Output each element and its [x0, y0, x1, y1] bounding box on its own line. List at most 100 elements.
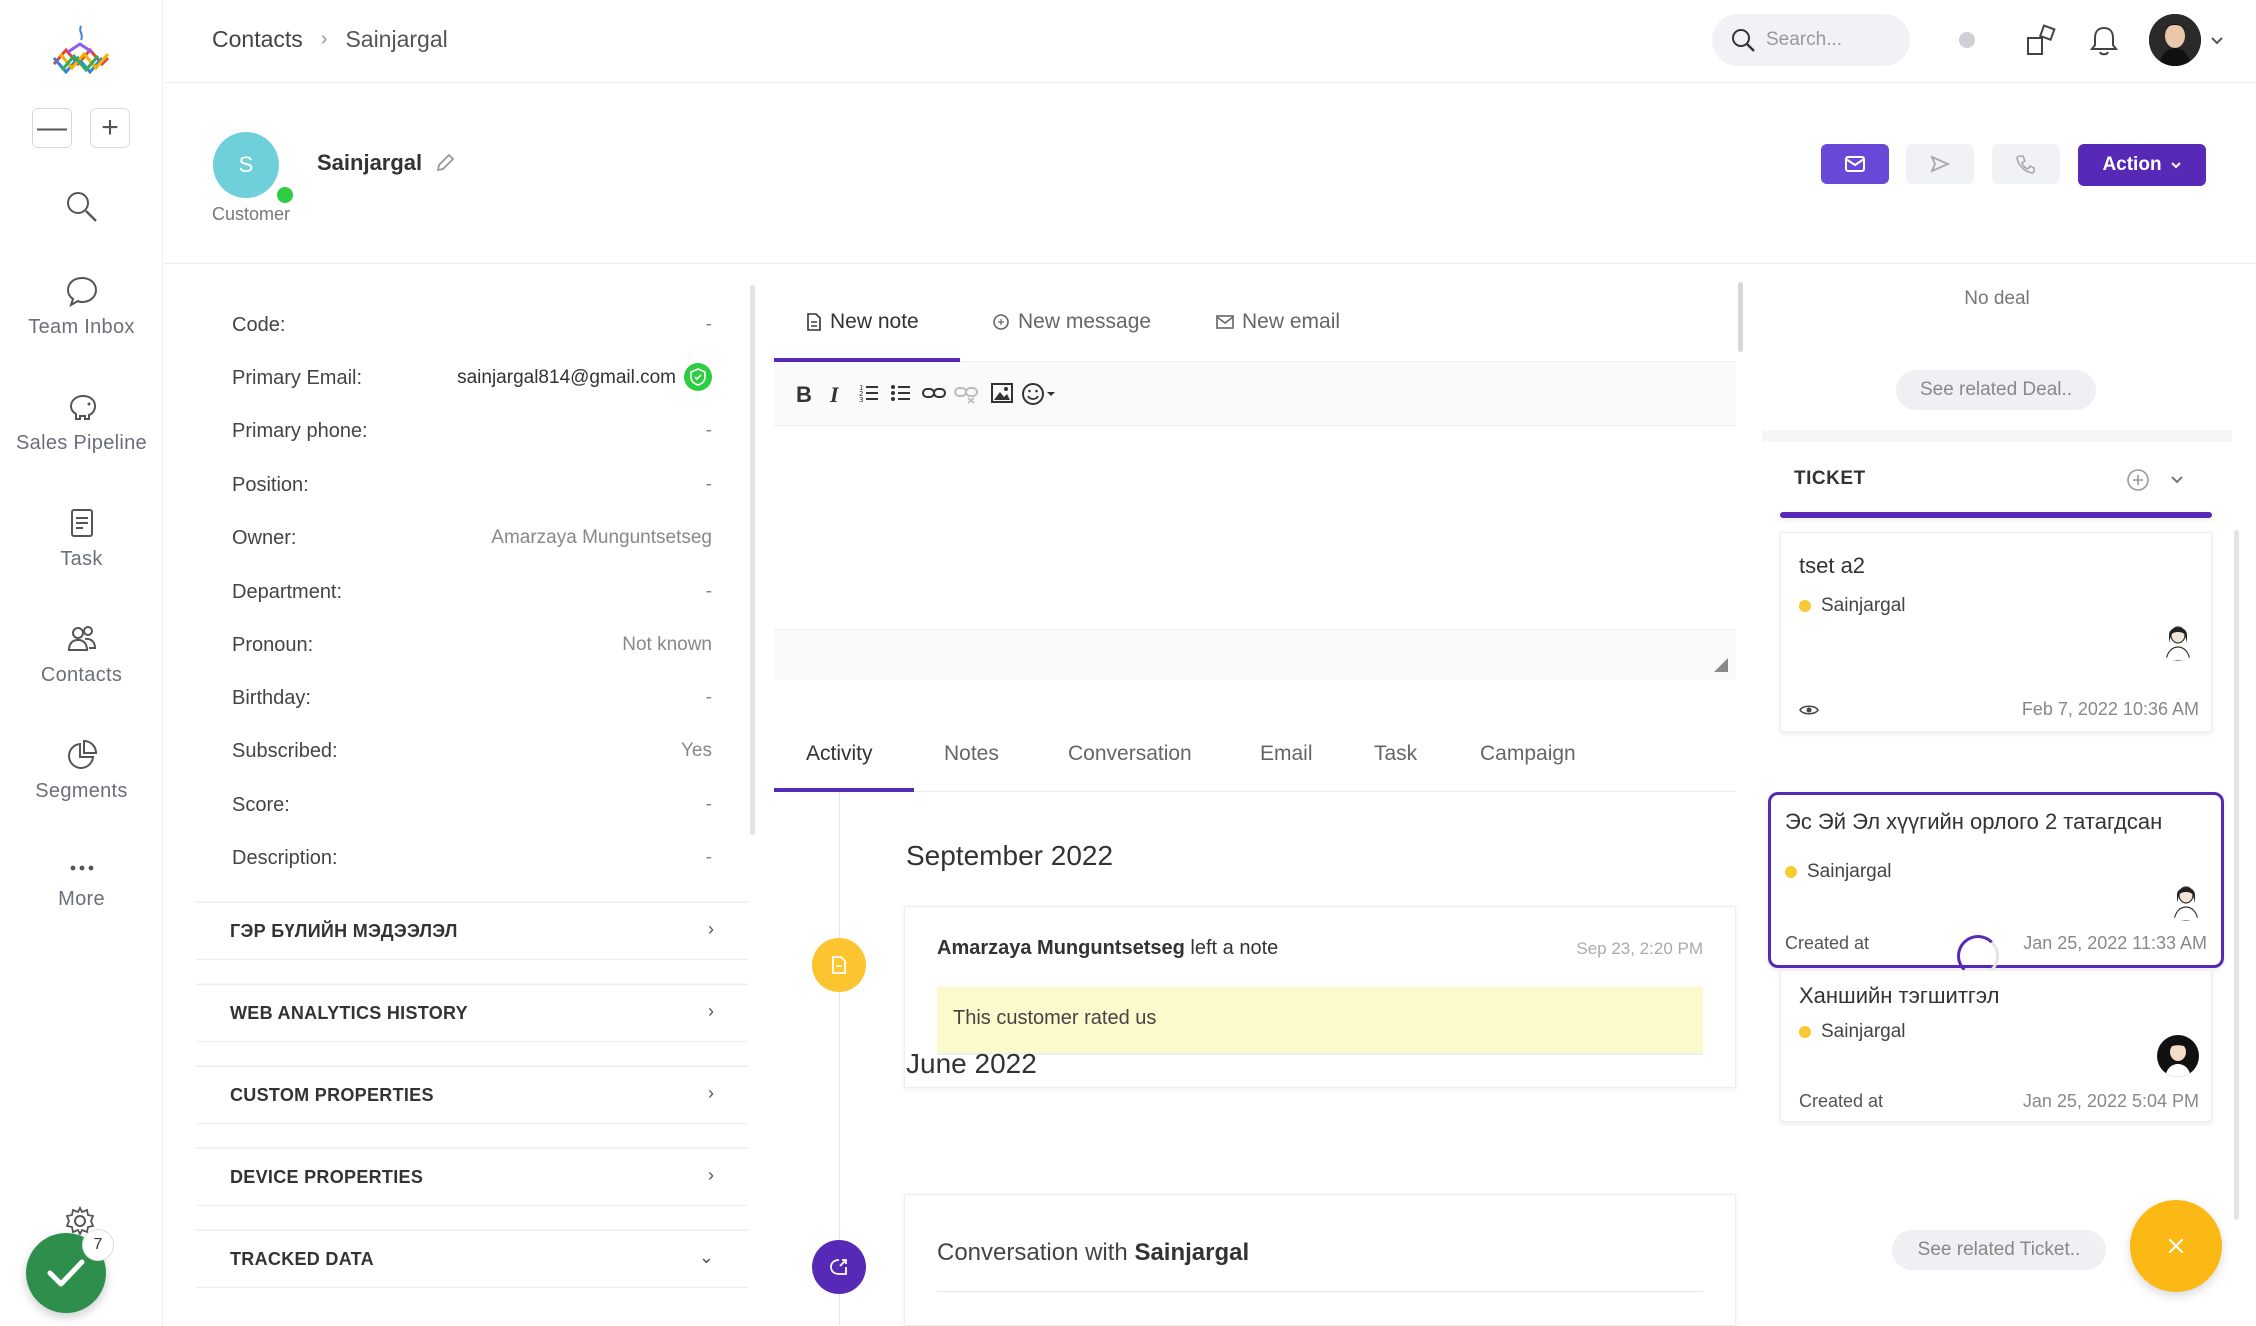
note-body: This customer rated us: [937, 987, 1703, 1055]
sidebar-item-team-inbox[interactable]: Team Inbox: [0, 274, 163, 339]
section-custom-properties[interactable]: CUSTOM PROPERTIES ›: [196, 1066, 748, 1124]
sidebar-item-task[interactable]: Task: [0, 506, 163, 571]
see-related-deal-button[interactable]: See related Deal..: [1896, 370, 2096, 410]
search-icon: [1732, 29, 1755, 52]
conversation-card[interactable]: Conversation with Sainjargal: [904, 1194, 1736, 1326]
add-circle-icon[interactable]: [2126, 468, 2150, 492]
chevron-right-icon: ›: [708, 919, 714, 939]
tab-email[interactable]: Email: [1260, 742, 1313, 766]
italic-button[interactable]: I: [830, 382, 839, 408]
conversation-name: Sainjargal: [1134, 1239, 1250, 1266]
envelope-icon: [1845, 156, 1865, 172]
section-tracked-data[interactable]: TRACKED DATA ⌄: [196, 1230, 748, 1288]
breadcrumb-contacts-link[interactable]: Contacts: [212, 26, 303, 53]
action-label: Action: [2102, 154, 2162, 175]
tab-new-email[interactable]: New email: [1216, 310, 1340, 334]
numbered-list-icon[interactable]: 123: [858, 382, 880, 410]
message-icon: [993, 314, 1009, 330]
phone-icon: [2016, 155, 2035, 174]
action-dropdown-button[interactable]: Action: [2078, 144, 2206, 186]
avatar: [2157, 1035, 2199, 1077]
section-label: DEVICE PROPERTIES: [230, 1167, 424, 1187]
image-icon[interactable]: [990, 382, 1014, 410]
user-avatar[interactable]: [2149, 14, 2201, 66]
settings-area: 7: [26, 1205, 116, 1315]
task-list-icon: [70, 509, 93, 537]
ticket-created-label: Created at: [1785, 933, 1870, 953]
info-value: -: [705, 314, 712, 335]
section-web-analytics[interactable]: WEB ANALYTICS HISTORY ›: [196, 984, 748, 1042]
resize-handle[interactable]: [1714, 658, 1728, 672]
sidebar-item-label: Contacts: [40, 664, 123, 686]
zoom-in-button[interactable]: +: [90, 108, 130, 148]
sidebar-item-contacts[interactable]: Contacts: [0, 622, 163, 687]
tab-conversation[interactable]: Conversation: [1068, 742, 1192, 766]
send-message-button[interactable]: [1906, 144, 1974, 184]
see-related-ticket-button[interactable]: See related Ticket..: [1892, 1230, 2106, 1270]
zoom-out-button[interactable]: —: [32, 108, 72, 148]
ticket-title: Ханшийн тэгшитгэл: [1799, 983, 2000, 1008]
ticket-title: Эс Эй Эл хүүгийн орлого 2 татагдсан: [1785, 809, 2163, 834]
sidebar-item-sales-pipeline[interactable]: Sales Pipeline: [0, 390, 163, 455]
section-device-properties[interactable]: DEVICE PROPERTIES ›: [196, 1148, 748, 1206]
link-icon[interactable]: [922, 382, 946, 410]
call-button[interactable]: [1992, 144, 2060, 184]
tab-task[interactable]: Task: [1374, 742, 1417, 766]
middle-panel-scrollbar[interactable]: [1738, 282, 1743, 352]
section-label: CUSTOM PROPERTIES: [230, 1085, 434, 1105]
ticket-card[interactable]: Ханшийн тэгшитгэл Sainjargal Created at …: [1780, 970, 2212, 1122]
ticket-date: Feb 7, 2022 10:36 AM: [2021, 699, 2199, 719]
month-heading: September 2022: [906, 840, 1114, 871]
email-value[interactable]: sainjargal814@gmail.com: [457, 367, 676, 389]
note-author[interactable]: Amarzaya Munguntsetseg: [937, 937, 1185, 959]
activity-panel: New note New message New email B I 123 A…: [774, 280, 1736, 1326]
month-heading: June 2022: [906, 1048, 1037, 1079]
tab-notes[interactable]: Notes: [944, 742, 999, 766]
bell-icon[interactable]: [2089, 24, 2119, 63]
emoji-icon[interactable]: [1022, 382, 1056, 412]
note-editor[interactable]: [774, 426, 1736, 630]
chevron-right-icon: ›: [708, 1083, 714, 1103]
ticket-assignee: Sainjargal: [1785, 861, 1892, 883]
edit-pencil-icon[interactable]: [434, 152, 456, 179]
top-bar: Contacts › Sainjargal Search...: [164, 0, 2256, 83]
chevron-down-icon[interactable]: [2210, 30, 2224, 51]
info-value: -: [705, 581, 712, 602]
sidebar-item-more[interactable]: More: [0, 856, 163, 911]
info-label: Primary Email:: [232, 367, 363, 389]
bullet-list-icon[interactable]: [890, 382, 912, 410]
search-placeholder: Search...: [1766, 29, 1843, 50]
tab-activity[interactable]: Activity: [806, 742, 873, 766]
right-panel-scrollbar[interactable]: [2234, 530, 2239, 1220]
close-widget-button[interactable]: [2130, 1200, 2222, 1292]
unlink-icon[interactable]: [954, 382, 978, 410]
search-input[interactable]: Search...: [1712, 14, 1910, 66]
ticket-card[interactable]: tset a2 Sainjargal Feb 7, 2022 10:36 AM: [1780, 532, 2212, 732]
sidebar-item-label: Sales Pipeline: [16, 432, 147, 454]
info-value: Not known: [622, 634, 712, 655]
pie-chart-icon: [67, 739, 97, 769]
tab-campaign[interactable]: Campaign: [1480, 742, 1576, 766]
ticket-card-selected[interactable]: Эс Эй Эл хүүгийн орлого 2 татагдсан Sain…: [1768, 792, 2224, 977]
info-value: -: [705, 474, 712, 495]
info-row-subscribed: Subscribed: Yes: [232, 740, 712, 763]
info-label: Department:: [232, 581, 343, 603]
left-panel-scrollbar[interactable]: [750, 285, 755, 835]
bold-button[interactable]: B: [796, 382, 812, 408]
eye-icon[interactable]: [1799, 703, 1819, 717]
email-button[interactable]: [1821, 144, 1889, 184]
tab-new-note[interactable]: New note: [806, 310, 919, 334]
activity-tabs: Activity Notes Conversation Email Task C…: [774, 712, 1736, 792]
editor-toolbar: B I 123: [774, 362, 1736, 426]
sidebar-item-segments[interactable]: Segments: [0, 738, 163, 803]
section-family-info[interactable]: ГЭР БҮЛИЙН МЭДЭЭЛЭЛ ›: [196, 902, 748, 960]
widgets-icon[interactable]: [2024, 24, 2058, 63]
tab-new-message[interactable]: New message: [992, 310, 1151, 334]
sidebar-item-search[interactable]: [0, 190, 163, 232]
chevron-down-icon[interactable]: [2170, 475, 2184, 485]
erxes-logo[interactable]: [48, 24, 114, 80]
chat-bubble-icon: [66, 276, 97, 308]
left-sidebar: — + Team Inbox Sales Pipeline Task Conta…: [0, 0, 163, 1326]
contact-name: Sainjargal: [317, 150, 423, 175]
note-timestamp: Sep 23, 2:20 PM: [1576, 939, 1703, 958]
